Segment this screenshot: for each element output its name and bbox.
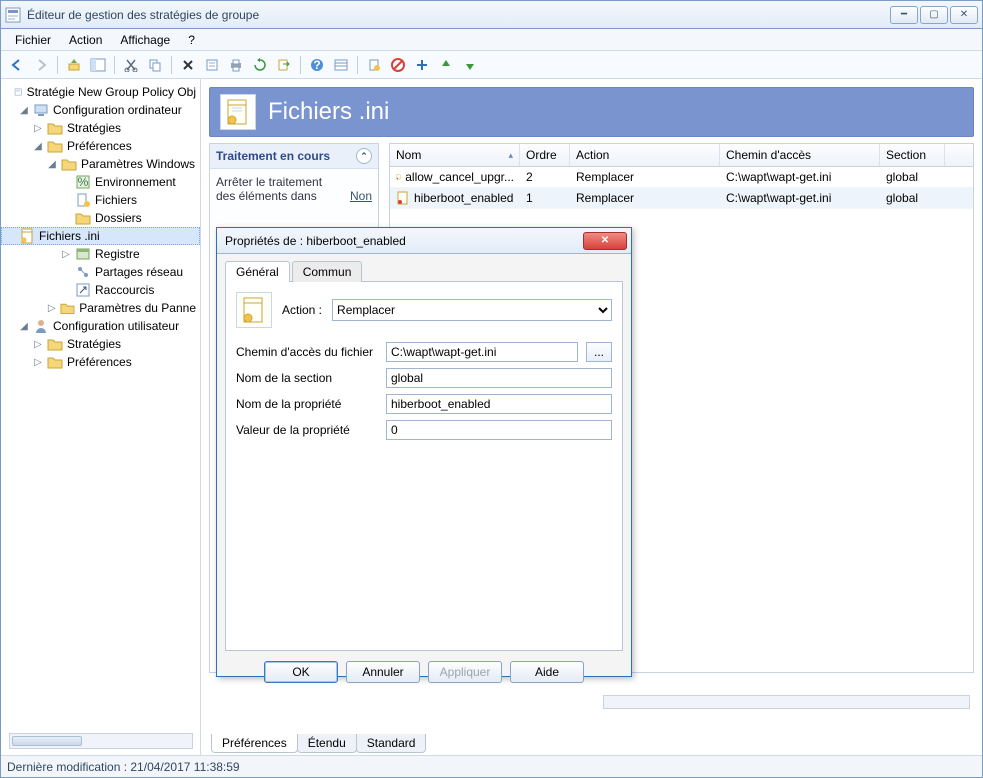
property-label: Nom de la propriété	[236, 397, 378, 411]
list-icon[interactable]	[331, 55, 351, 75]
svg-text:%: %	[78, 175, 89, 189]
up-icon[interactable]	[64, 55, 84, 75]
dialog-title: Propriétés de : hiberboot_enabled	[225, 234, 406, 248]
titlebar: Éditeur de gestion des stratégies de gro…	[1, 1, 982, 29]
new-item-icon[interactable]	[364, 55, 384, 75]
stop-icon[interactable]	[388, 55, 408, 75]
tree-environment[interactable]: %Environnement	[1, 173, 200, 191]
properties-icon[interactable]	[202, 55, 222, 75]
dialog-titlebar: Propriétés de : hiberboot_enabled ✕	[217, 228, 631, 254]
tree-shortcuts[interactable]: Raccourcis	[1, 281, 200, 299]
tree-root[interactable]: Stratégie New Group Policy Obj	[1, 83, 200, 101]
tree-user-strategies[interactable]: ▷Stratégies	[1, 335, 200, 353]
maximize-button[interactable]: ▢	[920, 6, 948, 24]
app-icon	[5, 7, 21, 23]
property-field[interactable]	[386, 394, 612, 414]
close-button[interactable]: ✕	[950, 6, 978, 24]
filepath-field[interactable]	[386, 342, 578, 362]
tree-strategies[interactable]: ▷Stratégies	[1, 119, 200, 137]
col-order[interactable]: Ordre	[520, 144, 570, 166]
processing-value[interactable]: Non	[350, 189, 372, 203]
svg-text:?: ?	[313, 58, 320, 72]
section-label: Nom de la section	[236, 371, 378, 385]
tab-preferences[interactable]: Préférences	[211, 734, 298, 753]
tree-user-preferences[interactable]: ▷Préférences	[1, 353, 200, 371]
ok-button[interactable]: OK	[264, 661, 338, 683]
content-hscrollbar[interactable]	[603, 695, 970, 709]
add-icon[interactable]	[412, 55, 432, 75]
tree-windows-params[interactable]: ◢Paramètres Windows	[1, 155, 200, 173]
apply-button[interactable]: Appliquer	[428, 661, 502, 683]
table-row[interactable]: allow_cancel_upgr... 2 Remplacer C:\wapt…	[390, 167, 973, 188]
tab-common[interactable]: Commun	[292, 261, 363, 282]
properties-dialog: Propriétés de : hiberboot_enabled ✕ Géné…	[216, 227, 632, 677]
tab-general[interactable]: Général	[225, 261, 290, 282]
status-bar: Dernière modification : 21/04/2017 11:38…	[1, 755, 982, 777]
section-field[interactable]	[386, 368, 612, 388]
menu-view[interactable]: Affichage	[112, 31, 178, 49]
banner-icon	[220, 94, 256, 130]
action-label: Action :	[282, 303, 322, 317]
delete-icon[interactable]	[178, 55, 198, 75]
tree-network-shares[interactable]: Partages réseau	[1, 263, 200, 281]
copy-icon[interactable]	[145, 55, 165, 75]
tree-ini-files[interactable]: Fichiers .ini	[1, 227, 200, 245]
help-icon[interactable]: ?	[307, 55, 327, 75]
col-section[interactable]: Section	[880, 144, 945, 166]
window-title: Éditeur de gestion des stratégies de gro…	[27, 8, 259, 22]
dialog-close-button[interactable]: ✕	[583, 232, 627, 250]
col-name[interactable]: Nom▴	[390, 144, 520, 166]
move-down-icon[interactable]	[460, 55, 480, 75]
tree-hscrollbar[interactable]	[9, 733, 193, 749]
action-select[interactable]: Remplacer	[332, 299, 612, 321]
tree-preferences[interactable]: ◢Préférences	[1, 137, 200, 155]
value-field[interactable]	[386, 420, 612, 440]
processing-text-1: Arrêter le traitement	[216, 175, 372, 189]
menubar: Fichier Action Affichage ?	[1, 29, 982, 51]
cut-icon[interactable]	[121, 55, 141, 75]
bottom-tab-strip: Préférences Étendu Standard	[211, 734, 425, 753]
processing-header: Traitement en cours	[216, 149, 330, 163]
menu-action[interactable]: Action	[61, 31, 110, 49]
tab-standard[interactable]: Standard	[356, 734, 427, 753]
tree-computer-config[interactable]: ◢Configuration ordinateur	[1, 101, 200, 119]
banner: Fichiers .ini	[209, 87, 974, 137]
tab-panel-general: Action : Remplacer Chemin d'accès du fic…	[225, 281, 623, 651]
export-icon[interactable]	[274, 55, 294, 75]
tree-control-panel[interactable]: ▷Paramètres du Panne	[1, 299, 200, 317]
status-text: Dernière modification : 21/04/2017 11:38…	[7, 760, 240, 774]
show-hide-tree-icon[interactable]	[88, 55, 108, 75]
minimize-button[interactable]: ━	[890, 6, 918, 24]
collapse-icon[interactable]: ⌃	[356, 148, 372, 164]
processing-text-2: des éléments dans	[216, 189, 317, 203]
tree-files[interactable]: Fichiers	[1, 191, 200, 209]
move-up-icon[interactable]	[436, 55, 456, 75]
cancel-button[interactable]: Annuler	[346, 661, 420, 683]
menu-file[interactable]: Fichier	[7, 31, 59, 49]
toolbar: ?	[1, 51, 982, 79]
filepath-label: Chemin d'accès du fichier	[236, 345, 378, 359]
table-row[interactable]: hiberboot_enabled 1 Remplacer C:\wapt\wa…	[390, 188, 973, 209]
tree-registry[interactable]: ▷Registre	[1, 245, 200, 263]
ini-icon	[236, 292, 272, 328]
col-action[interactable]: Action	[570, 144, 720, 166]
value-label: Valeur de la propriété	[236, 423, 378, 437]
grid-header: Nom▴ Ordre Action Chemin d'accès Section	[390, 144, 973, 167]
banner-title: Fichiers .ini	[268, 98, 389, 126]
col-path[interactable]: Chemin d'accès	[720, 144, 880, 166]
menu-help[interactable]: ?	[180, 31, 203, 49]
print-icon[interactable]	[226, 55, 246, 75]
browse-button[interactable]: ...	[586, 342, 612, 362]
help-button[interactable]: Aide	[510, 661, 584, 683]
tree-panel: Stratégie New Group Policy Obj ◢Configur…	[1, 79, 201, 755]
app-window: Éditeur de gestion des stratégies de gro…	[0, 0, 983, 778]
back-icon[interactable]	[7, 55, 27, 75]
refresh-icon[interactable]	[250, 55, 270, 75]
tree-user-config[interactable]: ◢Configuration utilisateur	[1, 317, 200, 335]
tree-folders[interactable]: Dossiers	[1, 209, 200, 227]
tab-extended[interactable]: Étendu	[297, 734, 357, 753]
forward-icon[interactable]	[31, 55, 51, 75]
